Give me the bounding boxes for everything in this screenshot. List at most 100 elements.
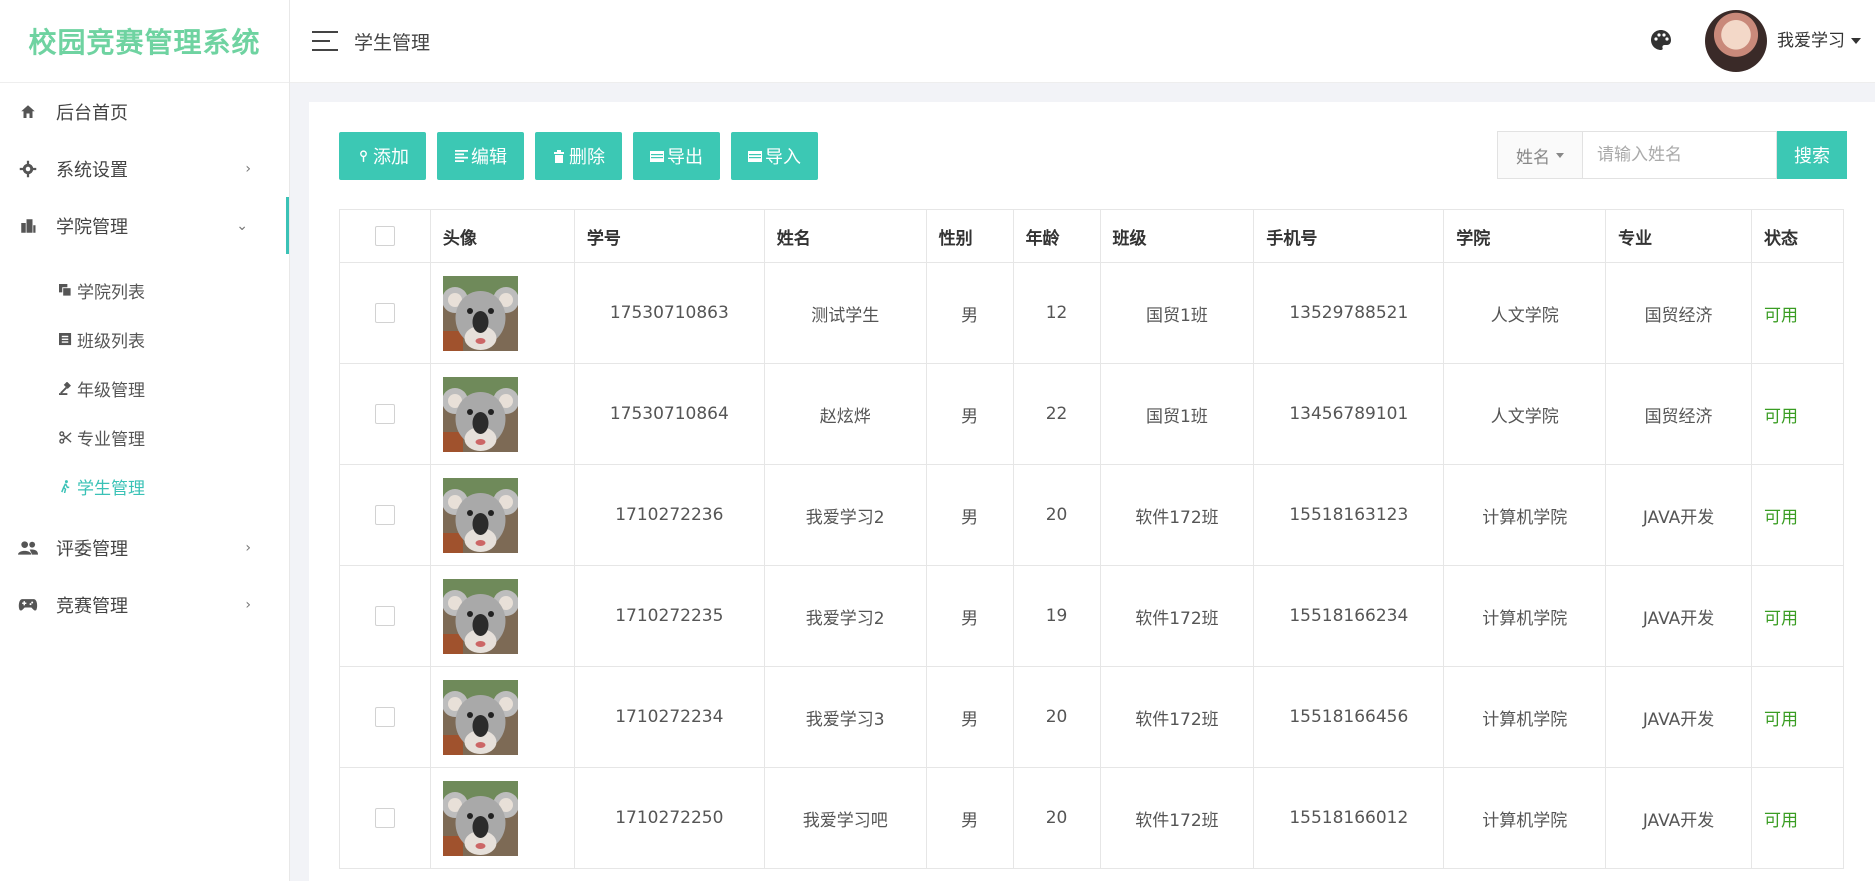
student-major: 国贸经济	[1605, 363, 1752, 465]
add-button[interactable]: 添加	[339, 132, 426, 180]
chevron-right-icon: ›	[245, 539, 251, 556]
search-button[interactable]: 搜索	[1777, 131, 1847, 179]
student-phone: 15518166012	[1253, 767, 1445, 869]
student-college: 计算机学院	[1443, 464, 1607, 566]
sidebar-item-label: 专业管理	[77, 430, 145, 450]
avatar-cell	[429, 565, 575, 667]
avatar-cell	[429, 262, 575, 364]
student-class: 国贸1班	[1099, 262, 1255, 364]
user-name: 我爱学习	[1777, 31, 1845, 51]
table-row[interactable]: 1710272236 我爱学习2 男 20 软件172班 15518163123…	[339, 464, 1844, 566]
student-phone: 15518166456	[1253, 666, 1445, 768]
delete-button[interactable]: 删除	[535, 132, 622, 180]
table-header-row: 头像 学号 姓名 性别 年龄 班级 手机号 学院 专业 状态	[339, 209, 1844, 263]
row-checkbox[interactable]	[374, 606, 395, 626]
scissors-icon	[57, 430, 73, 446]
user-menu[interactable]: 我爱学习	[1777, 26, 1861, 51]
row-checkbox[interactable]	[374, 303, 395, 323]
table-row[interactable]: 17530710863 测试学生 男 12 国贸1班 13529788521 人…	[339, 262, 1844, 364]
sidebar-item-home[interactable]: 后台首页	[0, 83, 289, 140]
gear-icon	[18, 159, 38, 179]
select-all-checkbox[interactable]	[374, 226, 395, 246]
student-major: JAVA开发	[1605, 666, 1752, 768]
student-major: JAVA开发	[1605, 464, 1752, 566]
student-avatar	[442, 376, 518, 452]
copy-icon	[57, 283, 73, 299]
app-logo[interactable]: 校园竞赛管理系统	[0, 0, 289, 83]
top-header: 学生管理 我爱学习	[290, 0, 1875, 83]
palette-icon[interactable]	[1649, 28, 1673, 52]
student-name: 我爱学习2	[763, 565, 927, 667]
column-header: 学号	[573, 209, 765, 263]
sidebar-item-college-list[interactable]: 学院列表	[0, 266, 289, 315]
student-avatar	[442, 780, 518, 856]
student-table-container: 头像 学号 姓名 性别 年龄 班级 手机号 学院 专业 状态 175307108…	[339, 209, 1844, 869]
student-id: 17530710864	[573, 363, 765, 465]
status-badge: 可用	[1751, 767, 1844, 869]
sidebar-item-label: 后台首页	[56, 102, 128, 124]
column-header: 学院	[1443, 209, 1607, 263]
column-header: 班级	[1099, 209, 1255, 263]
table-row[interactable]: 1710272235 我爱学习2 男 19 软件172班 15518166234…	[339, 565, 1844, 667]
avatar-cell	[429, 666, 575, 768]
table-row[interactable]: 1710272250 我爱学习吧 男 20 软件172班 15518166012…	[339, 767, 1844, 869]
avatar-cell	[429, 363, 575, 465]
status-badge: 可用	[1751, 262, 1844, 364]
sidebar-item-grade-management[interactable]: 年级管理	[0, 364, 289, 413]
student-gender: 男	[925, 363, 1014, 465]
student-age: 20	[1012, 666, 1101, 768]
student-id: 1710272235	[573, 565, 765, 667]
student-college: 人文学院	[1443, 262, 1607, 364]
edit-button[interactable]: 编辑	[437, 132, 524, 180]
row-checkbox[interactable]	[374, 505, 395, 525]
sidebar: 校园竞赛管理系统 后台首页 系统设置 › 学院管理 ⌄ 学院列表 班级列表 年级…	[0, 0, 290, 881]
import-button[interactable]: 导入	[731, 132, 818, 180]
edit-button-label: 编辑	[471, 147, 507, 168]
sidebar-item-student-management[interactable]: 学生管理	[0, 462, 289, 511]
app-title: 校园竞赛管理系统	[28, 26, 261, 59]
sidebar-item-label: 学生管理	[77, 479, 145, 499]
export-button[interactable]: 导出	[633, 132, 720, 180]
search-input[interactable]	[1582, 131, 1777, 179]
sidebar-item-label: 评委管理	[56, 538, 128, 560]
row-select-cell	[339, 666, 431, 768]
export-icon	[650, 149, 664, 163]
sidebar-item-class-list[interactable]: 班级列表	[0, 315, 289, 364]
table-row[interactable]: 17530710864 赵炫烨 男 22 国贸1班 13456789101 人文…	[339, 363, 1844, 465]
avatar[interactable]	[1705, 10, 1767, 72]
sidebar-menu: 后台首页 系统设置 › 学院管理 ⌄ 学院列表 班级列表 年级管理 专业管理 学…	[0, 83, 289, 633]
row-checkbox[interactable]	[374, 707, 395, 727]
menu-toggle-icon[interactable]	[312, 31, 338, 51]
page-title: 学生管理	[354, 31, 431, 54]
row-select-cell	[339, 363, 431, 465]
student-name: 我爱学习吧	[763, 767, 927, 869]
sidebar-item-judge-management[interactable]: 评委管理 ›	[0, 519, 289, 576]
student-class: 软件172班	[1099, 565, 1255, 667]
sidebar-item-label: 竞赛管理	[56, 595, 128, 617]
building-icon	[18, 216, 38, 236]
import-icon	[748, 149, 762, 163]
student-phone: 15518163123	[1253, 464, 1445, 566]
chevron-right-icon: ›	[245, 160, 251, 177]
student-class: 软件172班	[1099, 767, 1255, 869]
student-major: JAVA开发	[1605, 767, 1752, 869]
row-checkbox[interactable]	[374, 808, 395, 828]
student-avatar	[442, 477, 518, 553]
row-checkbox[interactable]	[374, 404, 395, 424]
sidebar-item-label: 年级管理	[77, 381, 145, 401]
student-college: 计算机学院	[1443, 565, 1607, 667]
sidebar-item-competition-management[interactable]: 竞赛管理 ›	[0, 576, 289, 633]
add-button-label: 添加	[373, 147, 409, 168]
sidebar-item-college-management[interactable]: 学院管理 ⌄	[0, 197, 289, 254]
student-avatar	[442, 578, 518, 654]
student-id: 1710272234	[573, 666, 765, 768]
search-bar: 姓名 搜索	[1497, 131, 1847, 179]
column-header: 姓名	[763, 209, 927, 263]
delete-button-label: 删除	[569, 147, 605, 168]
search-field-select[interactable]: 姓名	[1497, 131, 1582, 179]
sidebar-item-major-management[interactable]: 专业管理	[0, 413, 289, 462]
student-id: 1710272250	[573, 767, 765, 869]
sidebar-item-system-settings[interactable]: 系统设置 ›	[0, 140, 289, 197]
table-row[interactable]: 1710272234 我爱学习3 男 20 软件172班 15518166456…	[339, 666, 1844, 768]
student-college: 计算机学院	[1443, 767, 1607, 869]
